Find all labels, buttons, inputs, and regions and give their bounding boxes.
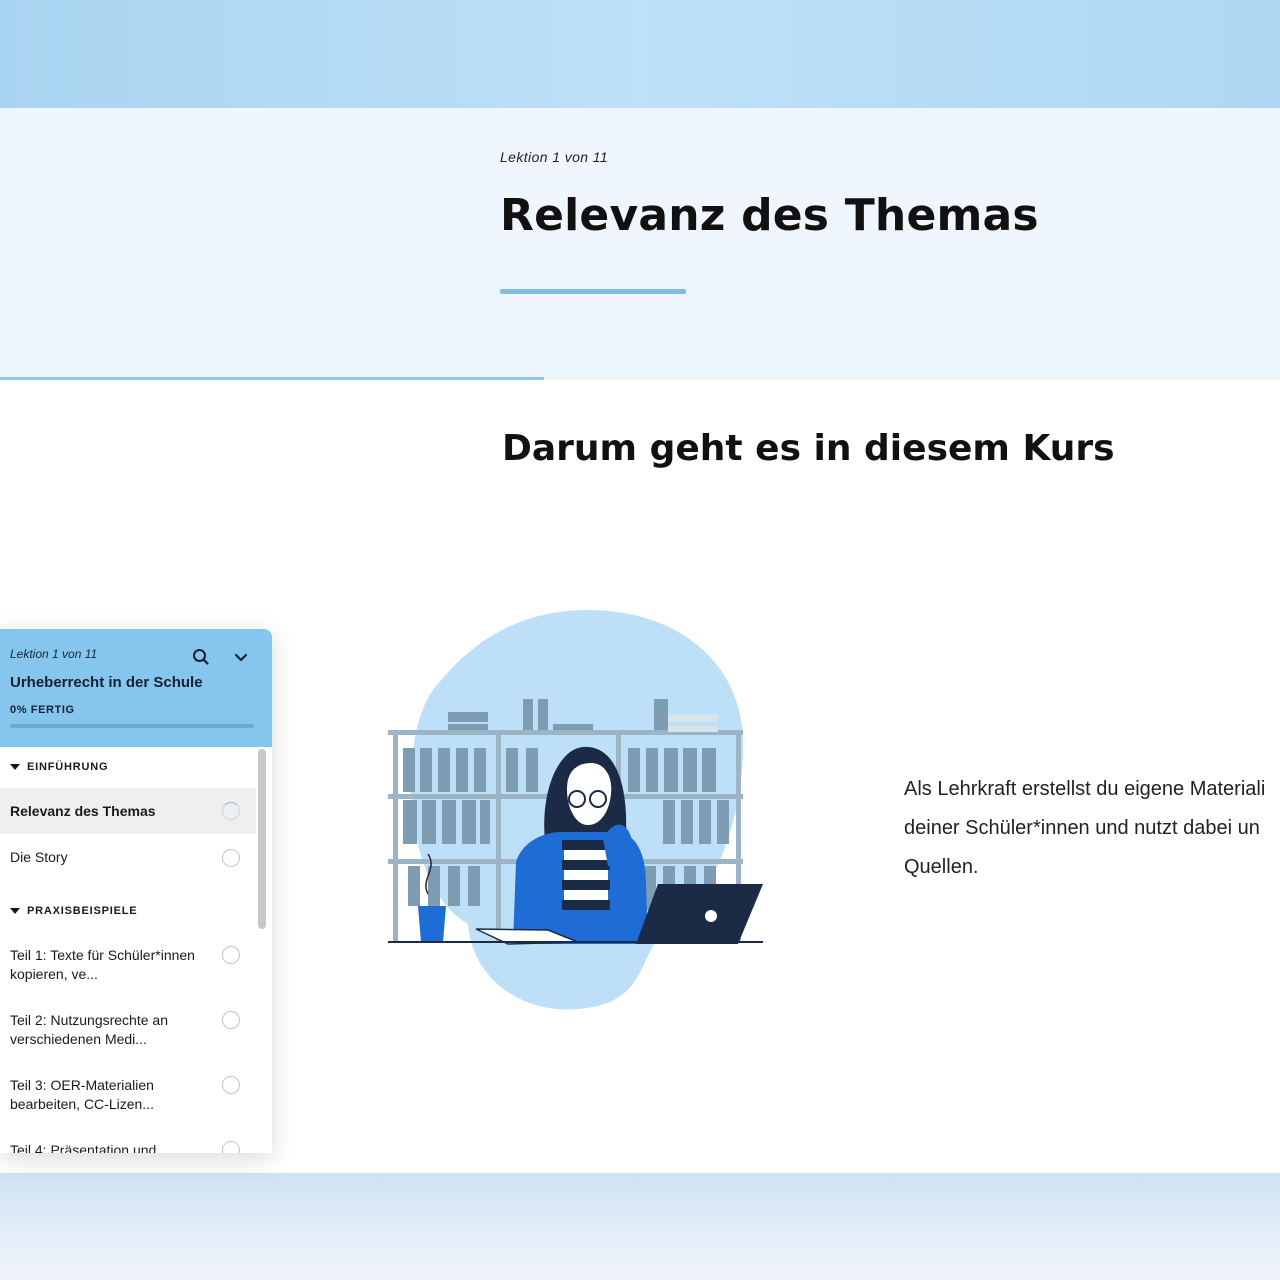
course-sidebar: Lektion 1 von 11 Urheberrecht in der Sch… (0, 629, 272, 1153)
sidebar-scrollbar[interactable] (258, 749, 266, 929)
progress-circle-icon (222, 946, 240, 964)
progress-circle-icon (222, 1141, 240, 1153)
progress-circle-icon (222, 802, 240, 820)
caret-down-icon (10, 764, 20, 770)
list-item[interactable]: Relevanz des Themas (0, 788, 256, 834)
lesson-label: Teil 1: Texte für Schüler*innen kopieren… (10, 947, 195, 982)
chevron-down-icon[interactable] (231, 647, 251, 667)
lesson-label: Teil 2: Nutzungsrechte an verschiedenen … (10, 1012, 168, 1047)
caret-down-icon (10, 908, 20, 914)
progress-circle-icon (222, 1011, 240, 1029)
course-progress-bar (10, 724, 254, 728)
section-heading: Darum geht es in diesem Kurs (502, 428, 1115, 469)
lesson-hero (0, 108, 1280, 380)
list-item[interactable]: Teil 3: OER-Materialien bearbeiten, CC-L… (0, 1076, 256, 1136)
list-item[interactable]: Teil 2: Nutzungsrechte an verschiedenen … (0, 1011, 256, 1071)
title-underline (500, 289, 686, 294)
lesson-label: Relevanz des Themas (10, 803, 156, 819)
sidebar-header: Lektion 1 von 11 Urheberrecht in der Sch… (0, 629, 272, 747)
lesson-counter: Lektion 1 von 11 (500, 149, 609, 165)
section-title: EINFÜHRUNG (27, 761, 109, 773)
section-header-einfuehrung[interactable]: EINFÜHRUNG (10, 761, 108, 773)
lesson-label: Teil 3: OER-Materialien bearbeiten, CC-L… (10, 1077, 154, 1112)
intro-paragraph: Als Lehrkraft erstellst du eigene Materi… (904, 778, 1266, 878)
progress-circle-icon (222, 1076, 240, 1094)
list-item[interactable]: Teil 1: Texte für Schüler*innen kopieren… (0, 946, 256, 1006)
progress-circle-icon (222, 849, 240, 867)
course-title: Urheberrecht in der Schule (10, 674, 203, 691)
lesson-list: EINFÜHRUNG Relevanz des Themas Die Story… (0, 747, 256, 1153)
list-item[interactable]: Die Story (0, 834, 256, 880)
section-title: PRAXISBEISPIELE (27, 905, 138, 917)
top-banner (0, 0, 1280, 108)
progress-label: 0% FERTIG (10, 704, 75, 716)
page-title: Relevanz des Themas (500, 190, 1039, 241)
bottom-banner (0, 1173, 1280, 1280)
lesson-label: Teil 4: Präsentation und (10, 1142, 157, 1153)
woman-studying-illustration (378, 604, 774, 1016)
search-icon[interactable] (191, 647, 211, 667)
lesson-label: Die Story (10, 849, 68, 865)
list-item[interactable]: Teil 4: Präsentation und (0, 1141, 256, 1153)
section-header-praxisbeispiele[interactable]: PRAXISBEISPIELE (10, 905, 137, 917)
sidebar-lesson-counter: Lektion 1 von 11 (10, 647, 98, 661)
